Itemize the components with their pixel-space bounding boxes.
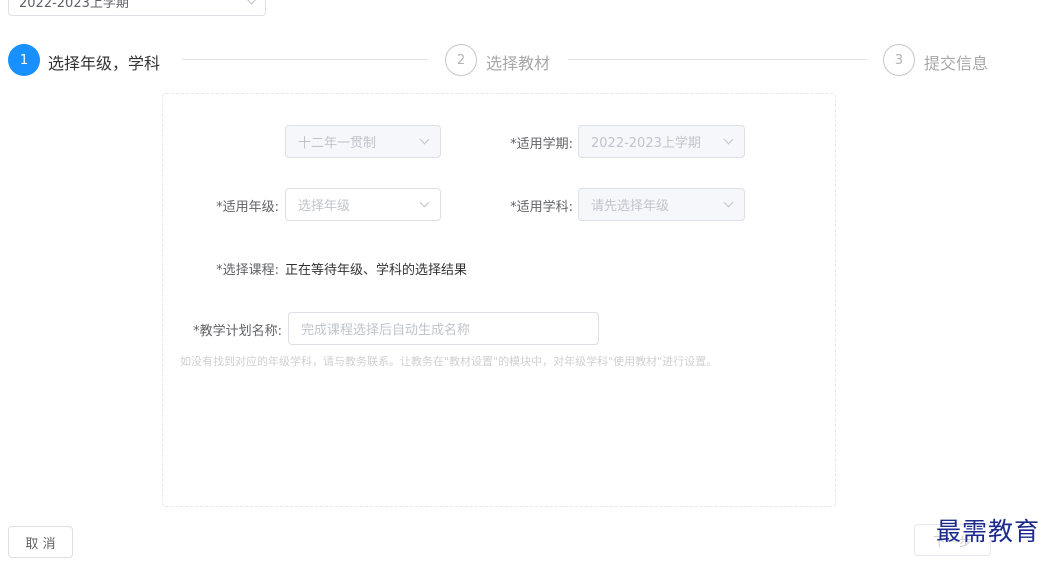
step-2-label: 选择教材 — [486, 54, 551, 73]
form-panel: *学段: 十二年一贯制 *适用学期: 2022-2023上学期 *适用年级: 选… — [162, 93, 836, 507]
course-status: 正在等待年级、学科的选择结果 — [285, 263, 468, 278]
stage-select-value: 十二年一贯制 — [298, 136, 377, 151]
steps-bar: 1 选择年级，学科 2 选择教材 3 提交信息 — [0, 44, 1056, 76]
semester-select-value: 2022-2023上学期 — [19, 0, 129, 11]
hint-text: 如没有找到对应的年级学科，请与教务联系。让教务在"教材设置"的模块中，对年级学科… — [180, 355, 718, 368]
watermark: 最需教育 — [936, 517, 1041, 546]
step-1-label: 选择年级，学科 — [48, 54, 161, 73]
cancel-button[interactable]: 取 消 — [8, 526, 73, 558]
step-3-label: 提交信息 — [924, 54, 989, 73]
chevron-down-icon — [246, 0, 257, 4]
subject-select: 请先选择年级 — [578, 188, 745, 221]
grade-select-placeholder: 选择年级 — [298, 199, 351, 214]
chevron-down-icon — [723, 134, 734, 145]
term-label: *适用学期: — [510, 137, 573, 152]
course-label: *选择课程: — [216, 263, 279, 278]
subject-label: *适用学科: — [510, 200, 573, 215]
semester-select[interactable]: 2022-2023上学期 — [8, 0, 266, 16]
step-connector — [182, 59, 428, 60]
term-select-value: 2022-2023上学期 — [591, 136, 701, 151]
subject-select-placeholder: 请先选择年级 — [591, 199, 670, 214]
term-select: 2022-2023上学期 — [578, 125, 745, 158]
chevron-down-icon — [419, 134, 430, 145]
grade-select[interactable]: 选择年级 — [285, 188, 441, 221]
step-2-circle: 2 — [445, 44, 477, 76]
plan-name-label: *教学计划名称: — [193, 324, 282, 339]
step-connector — [568, 59, 867, 60]
step-1-circle: 1 — [8, 44, 40, 76]
plan-name-input[interactable]: 完成课程选择后自动生成名称 — [288, 312, 599, 345]
stage-select: 十二年一贯制 — [285, 125, 441, 158]
grade-label: *适用年级: — [216, 200, 279, 215]
plan-name-placeholder: 完成课程选择后自动生成名称 — [301, 323, 471, 338]
chevron-down-icon — [723, 197, 734, 208]
step-3-circle: 3 — [883, 44, 915, 76]
chevron-down-icon — [419, 197, 430, 208]
